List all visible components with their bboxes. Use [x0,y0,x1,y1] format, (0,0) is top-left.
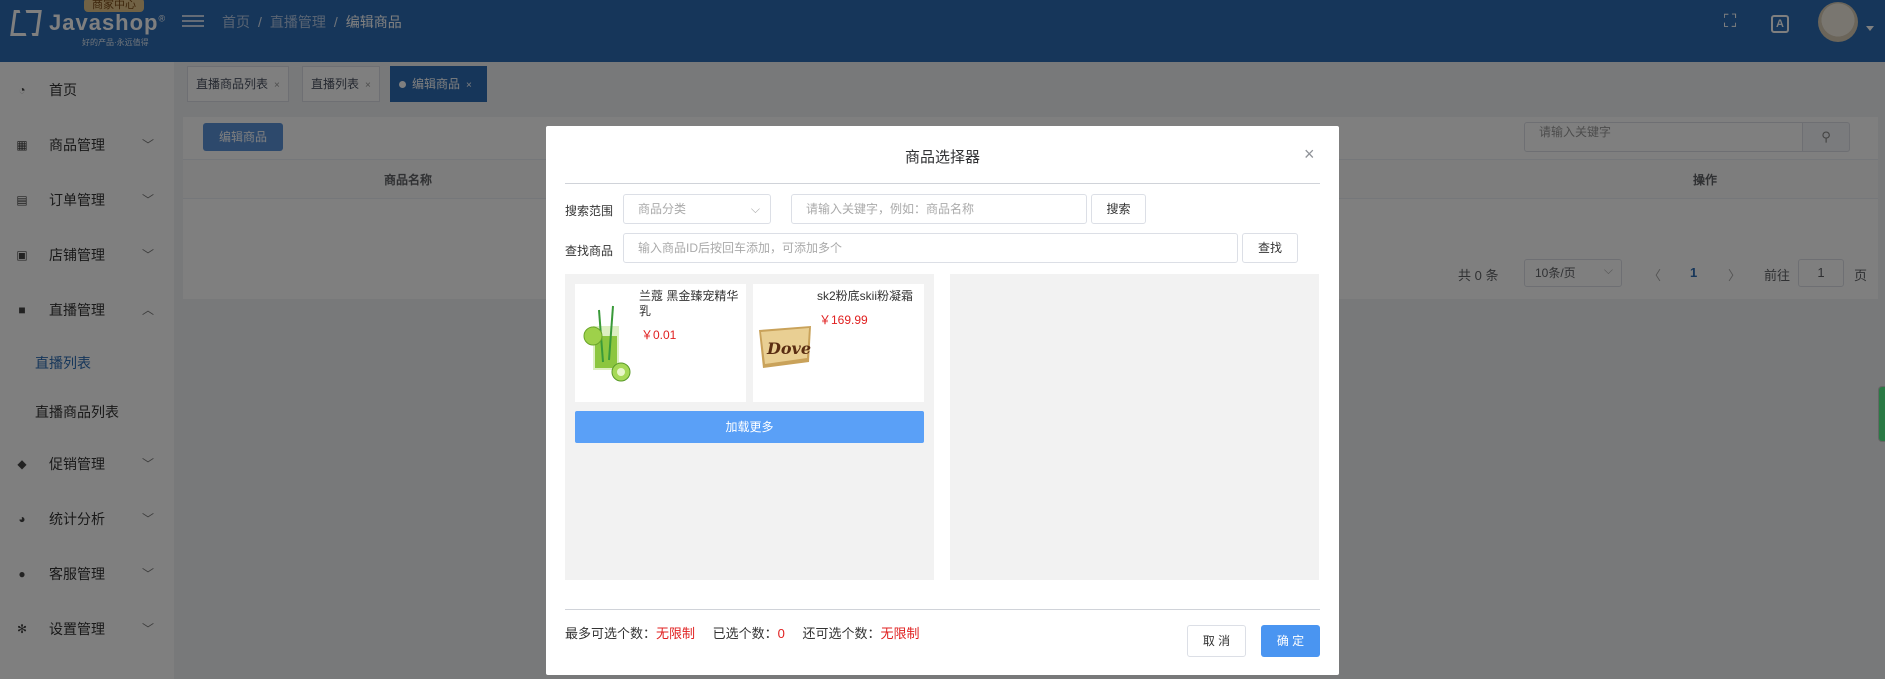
confirm-button[interactable]: 确 定 [1261,625,1320,657]
goods-id-input[interactable]: 输入商品ID后按回车添加，可添加多个 [623,233,1238,263]
selected-count: 0 [777,626,785,641]
goods-price: ￥169.99 [819,313,868,327]
dialog-title: 商品选择器 [904,149,980,166]
divider [565,183,1320,184]
goods-price: ￥0.01 [641,328,677,342]
selection-stats: 最多可选个数：无限制 已选个数：0 还可选个数：无限制 [565,626,920,641]
goods-name: 兰蔻 黑金臻宠精华乳 [639,289,739,318]
keyword-input[interactable]: 请输入关键字，例如：商品名称 [791,194,1087,224]
goods-name: sk2粉底skii粉凝霜 [817,289,914,303]
side-drawer-handle[interactable] [1878,386,1885,442]
goods-card[interactable]: 兰蔻 黑金臻宠精华乳 ￥0.01 [575,284,746,402]
available-goods-panel: 兰蔻 黑金臻宠精华乳 ￥0.01 Dove sk2粉底skii粉凝霜 ￥169.… [565,274,934,580]
find-goods-label: 查找商品 [565,244,614,258]
find-button[interactable]: 查找 [1242,233,1298,263]
search-button[interactable]: 搜索 [1091,194,1146,224]
search-range-label: 搜索范围 [565,204,614,218]
close-icon[interactable]: × [1304,144,1315,165]
selected-goods-panel [950,274,1319,580]
divider [565,609,1320,610]
category-select[interactable]: 商品分类 ⌵ [623,194,771,224]
load-more-button[interactable]: 加载更多 [575,411,924,443]
mojito-drink-image [583,305,631,382]
remaining-count: 无限制 [880,626,920,641]
dove-chocolate-image: Dove [759,326,811,368]
svg-text:Dove: Dove [766,339,811,358]
goods-picker-dialog: 商品选择器 × 搜索范围 商品分类 ⌵ 请输入关键字，例如：商品名称 搜索 查找商… [546,126,1339,675]
chevron-down-icon: ⌵ [750,202,760,216]
max-count: 无限制 [656,626,696,641]
goods-card[interactable]: Dove sk2粉底skii粉凝霜 ￥169.99 [753,284,924,402]
cancel-button[interactable]: 取 消 [1187,625,1246,657]
